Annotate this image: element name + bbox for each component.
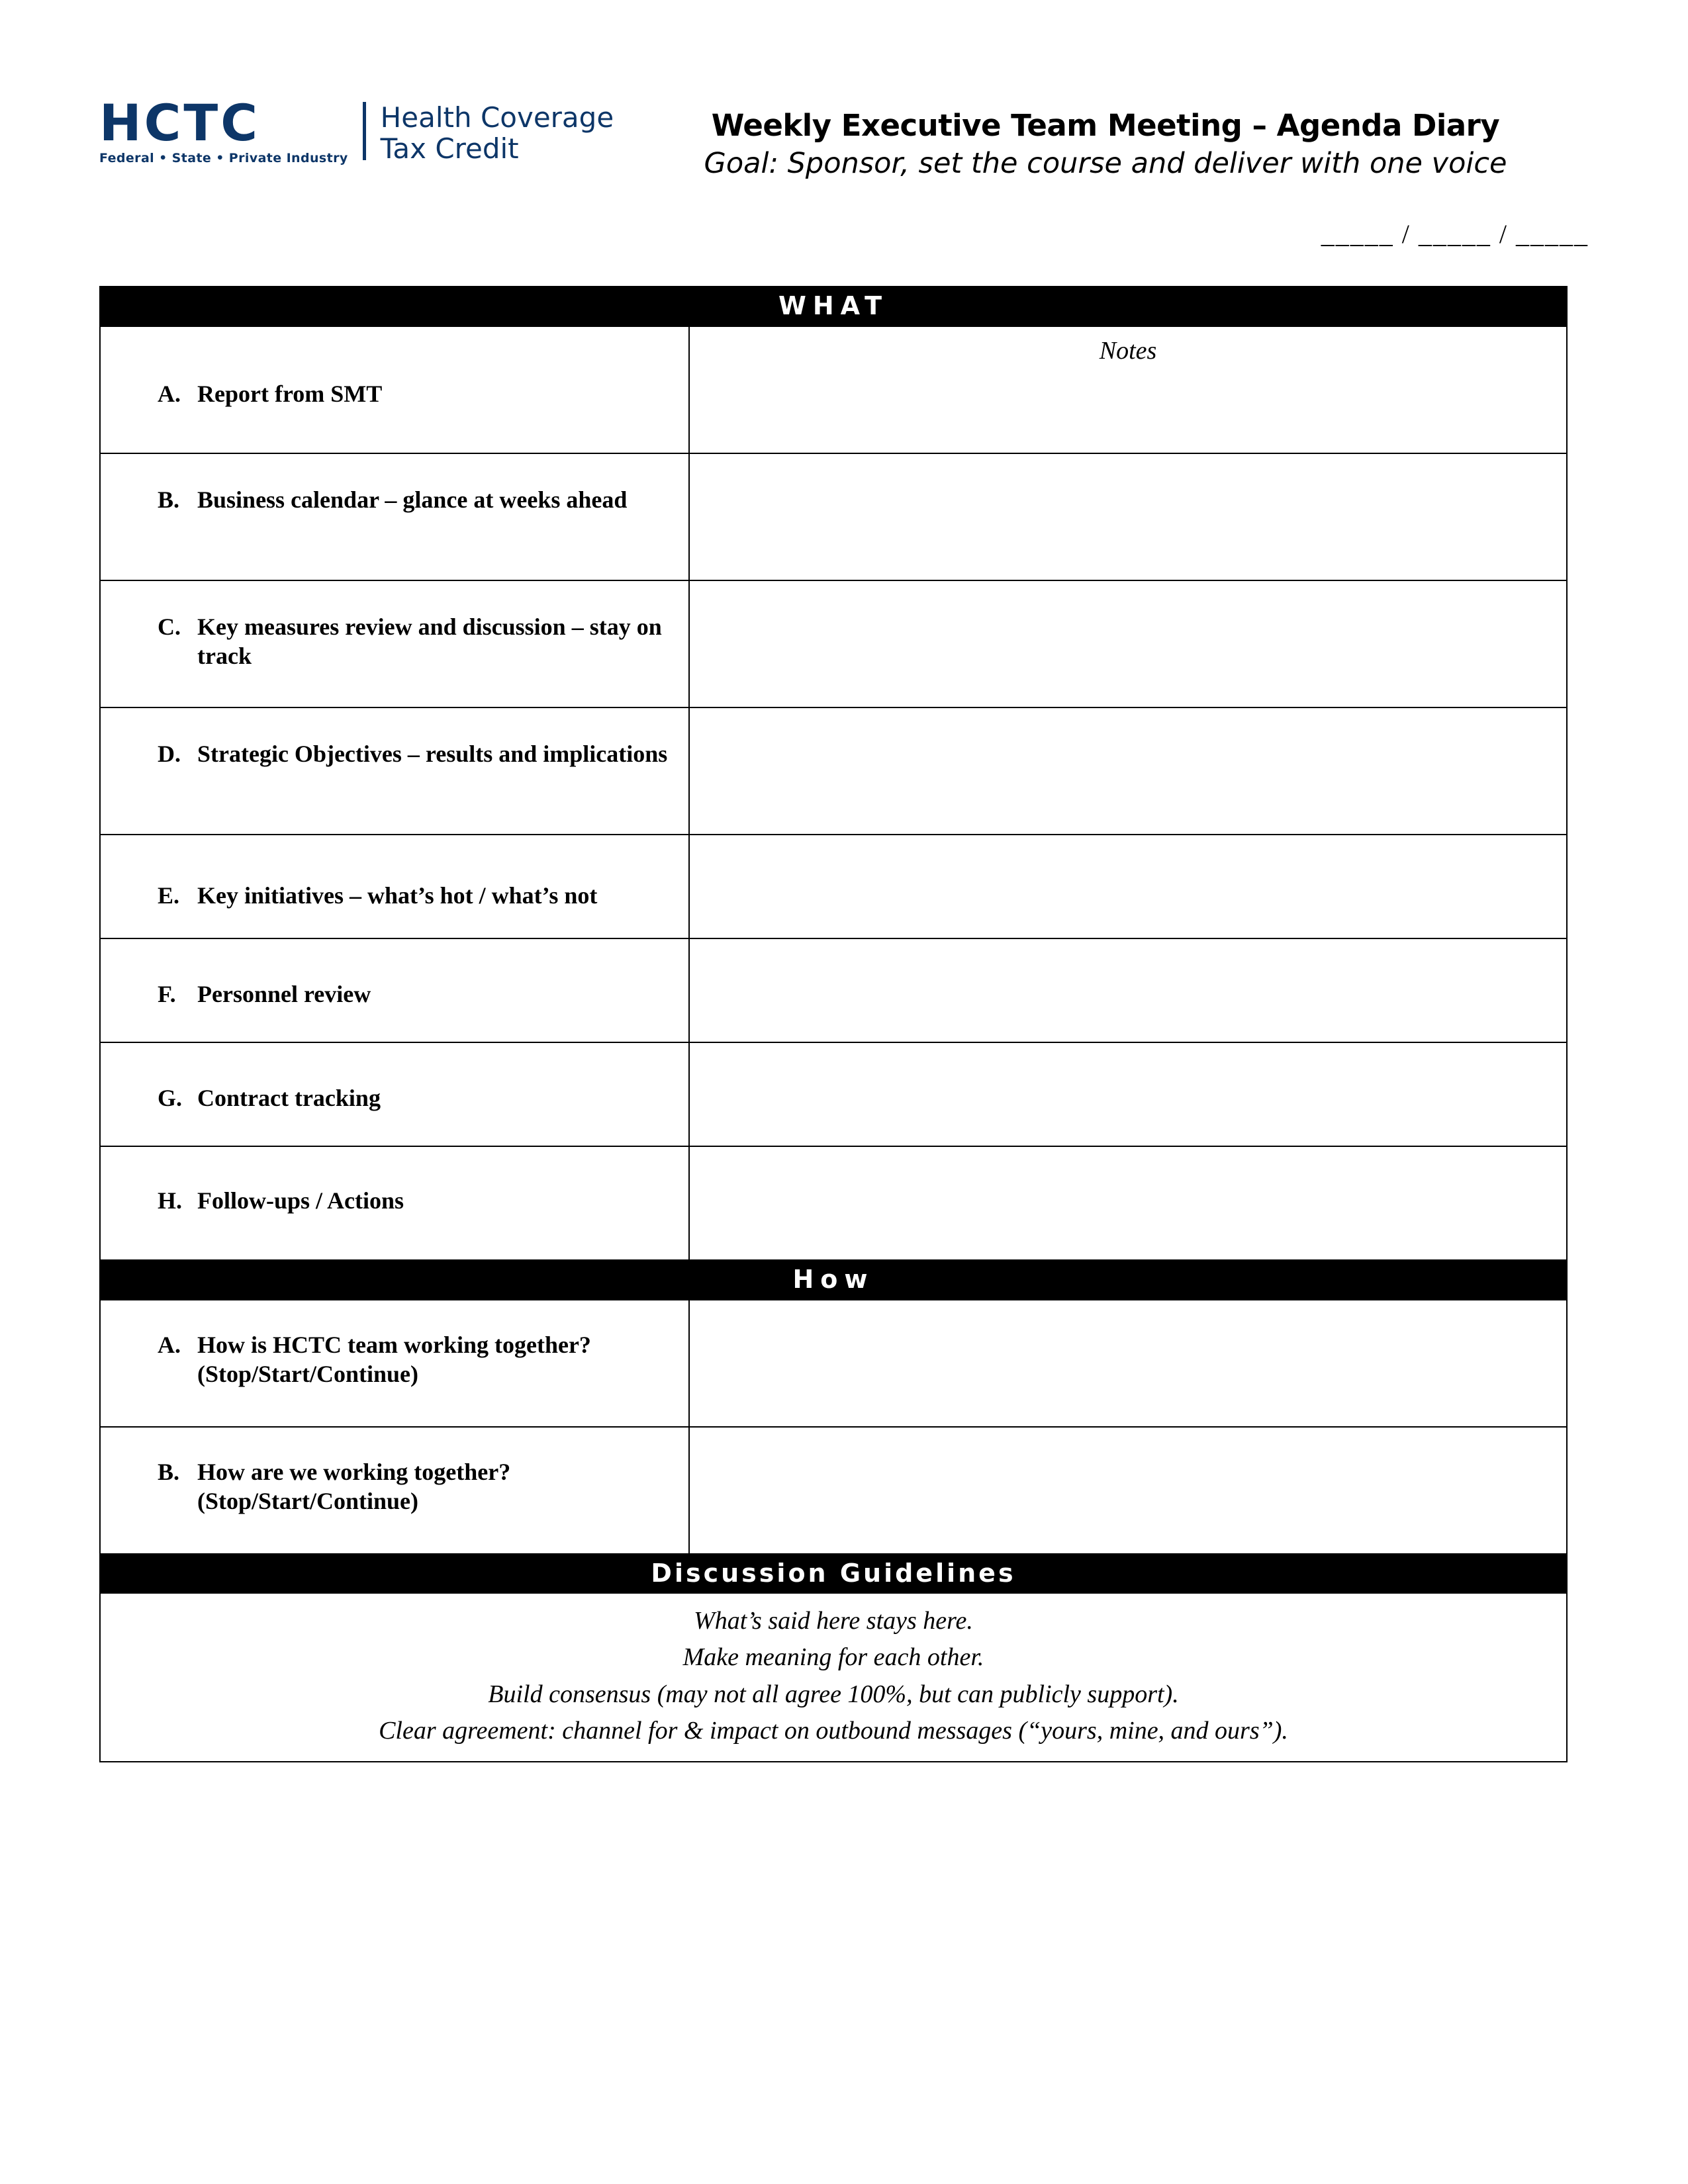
agenda-item-label: Personnel review	[197, 980, 371, 1007]
agenda-item-cell: D. Strategic Objectives – results and im…	[101, 707, 690, 834]
agenda-item-text: D. Strategic Objectives – results and im…	[101, 708, 688, 769]
title-block: Weekly Executive Team Meeting – Agenda D…	[622, 109, 1589, 181]
table-row: B. How are we working together? (Stop/St…	[101, 1427, 1566, 1555]
agenda-item-cell: C. Key measures review and discussion – …	[101, 580, 690, 707]
agenda-item-letter: B.	[158, 486, 180, 513]
agenda-item-text: F. Personnel review	[101, 939, 688, 1009]
logo-name-line-2: Tax Credit	[380, 132, 519, 165]
agenda-item-text: B. How are we working together? (Stop/St…	[101, 1428, 688, 1516]
agenda-item-text: C. Key measures review and discussion – …	[101, 581, 688, 671]
logo-name-block: Health Coverage Tax Credit	[381, 99, 614, 164]
agenda-item-cell: H. Follow-ups / Actions	[101, 1146, 690, 1259]
guideline-line: Build consensus (may not all agree 100%,…	[488, 1680, 1179, 1708]
notes-cell[interactable]	[690, 581, 1566, 707]
table-row: C. Key measures review and discussion – …	[101, 580, 1566, 708]
agenda-item-letter: D.	[158, 740, 181, 767]
agenda-item-letter: A.	[158, 380, 181, 407]
hctc-logo: HCTC Federal • State • Private Industry …	[99, 93, 614, 166]
agenda-item-letter: F.	[158, 980, 176, 1007]
agenda-item-cell: F. Personnel review	[101, 938, 690, 1042]
table-row: B. Business calendar – glance at weeks a…	[101, 453, 1566, 581]
table-row: E. Key initiatives – what’s hot / what’s…	[101, 835, 1566, 939]
guideline-line: What’s said here stays here.	[694, 1607, 973, 1635]
agenda-item-letter: B.	[158, 1458, 180, 1485]
agenda-item-cell: E. Key initiatives – what’s hot / what’s…	[101, 835, 690, 938]
notes-cell[interactable]	[690, 835, 1566, 938]
agenda-item-letter: C.	[158, 613, 181, 640]
agenda-item-label: Key measures review and discussion – sta…	[197, 613, 662, 669]
document-page: HCTC Federal • State • Private Industry …	[0, 0, 1688, 2184]
logo-name-line-1: Health Coverage	[380, 101, 614, 134]
agenda-item-letter: A.	[158, 1331, 181, 1358]
agenda-item-label: Strategic Objectives – results and impli…	[197, 740, 668, 767]
logo-acronym: HCTC	[99, 93, 260, 152]
notes-cell[interactable]	[690, 1043, 1566, 1146]
agenda-item-text: G. Contract tracking	[101, 1043, 688, 1113]
agenda-item-cell: B. How are we working together? (Stop/St…	[101, 1427, 690, 1553]
agenda-item-label: Contract tracking	[197, 1084, 381, 1111]
agenda-item-cell: A. How is HCTC team working together? (S…	[101, 1300, 690, 1426]
discussion-guidelines-body: What’s said here stays here. Make meanin…	[101, 1594, 1566, 1760]
logo-acronym-block: HCTC Federal • State • Private Industry	[99, 93, 348, 166]
agenda-item-letter: H.	[158, 1187, 183, 1214]
page-title: Weekly Executive Team Meeting – Agenda D…	[711, 108, 1500, 143]
agenda-item-label: Report from SMT	[197, 380, 383, 407]
section-header-how: How	[101, 1260, 1566, 1300]
notes-cell[interactable]	[690, 939, 1566, 1042]
agenda-item-label: How is HCTC team working together? (Stop…	[197, 1331, 591, 1387]
agenda-item-text: A. How is HCTC team working together? (S…	[101, 1300, 688, 1389]
agenda-item-label: Key initiatives – what’s hot / what’s no…	[197, 882, 598, 909]
agenda-item-text: B. Business calendar – glance at weeks a…	[101, 454, 688, 515]
agenda-item-label: How are we working together? (Stop/Start…	[197, 1458, 511, 1514]
page-header: HCTC Federal • State • Private Industry …	[99, 93, 1589, 251]
section-header-discussion-guidelines: Discussion Guidelines	[101, 1554, 1566, 1594]
table-row: H. Follow-ups / Actions	[101, 1146, 1566, 1261]
agenda-item-text: A. Report from SMT	[101, 327, 688, 409]
agenda-item-text: H. Follow-ups / Actions	[101, 1147, 688, 1216]
page-subtitle: Goal: Sponsor, set the course and delive…	[704, 146, 1507, 180]
section-header-what: WHAT	[101, 287, 1566, 327]
agenda-item-text: E. Key initiatives – what’s hot / what’s…	[101, 835, 688, 911]
notes-cell[interactable]	[690, 1147, 1566, 1259]
guideline-line: Clear agreement: channel for & impact on…	[379, 1716, 1288, 1745]
agenda-item-label: Business calendar – glance at weeks ahea…	[197, 486, 628, 513]
notes-cell[interactable]	[690, 454, 1566, 580]
notes-column-header: Notes	[1099, 336, 1157, 365]
notes-cell[interactable]: Notes	[690, 327, 1566, 453]
table-row: A. Report from SMT Notes	[101, 326, 1566, 454]
logo-divider-rule	[362, 102, 366, 161]
agenda-item-letter: E.	[158, 882, 180, 909]
agenda-item-cell: A. Report from SMT	[101, 326, 690, 453]
notes-cell[interactable]	[690, 1428, 1566, 1553]
notes-cell[interactable]	[690, 1300, 1566, 1426]
logo-tagline: Federal • State • Private Industry	[99, 151, 348, 166]
agenda-table: WHAT A. Report from SMT Notes B. Busines…	[99, 286, 1568, 1762]
table-row: G. Contract tracking	[101, 1042, 1566, 1147]
agenda-item-letter: G.	[158, 1084, 183, 1111]
agenda-item-cell: G. Contract tracking	[101, 1042, 690, 1146]
agenda-item-label: Follow-ups / Actions	[197, 1187, 404, 1214]
table-row: D. Strategic Objectives – results and im…	[101, 707, 1566, 835]
agenda-item-cell: B. Business calendar – glance at weeks a…	[101, 453, 690, 580]
notes-cell[interactable]	[690, 708, 1566, 834]
table-row: A. How is HCTC team working together? (S…	[101, 1300, 1566, 1428]
guideline-line: Make meaning for each other.	[682, 1643, 984, 1672]
table-row: F. Personnel review	[101, 938, 1566, 1043]
date-field[interactable]: _____ / _____ / _____	[1321, 218, 1589, 250]
